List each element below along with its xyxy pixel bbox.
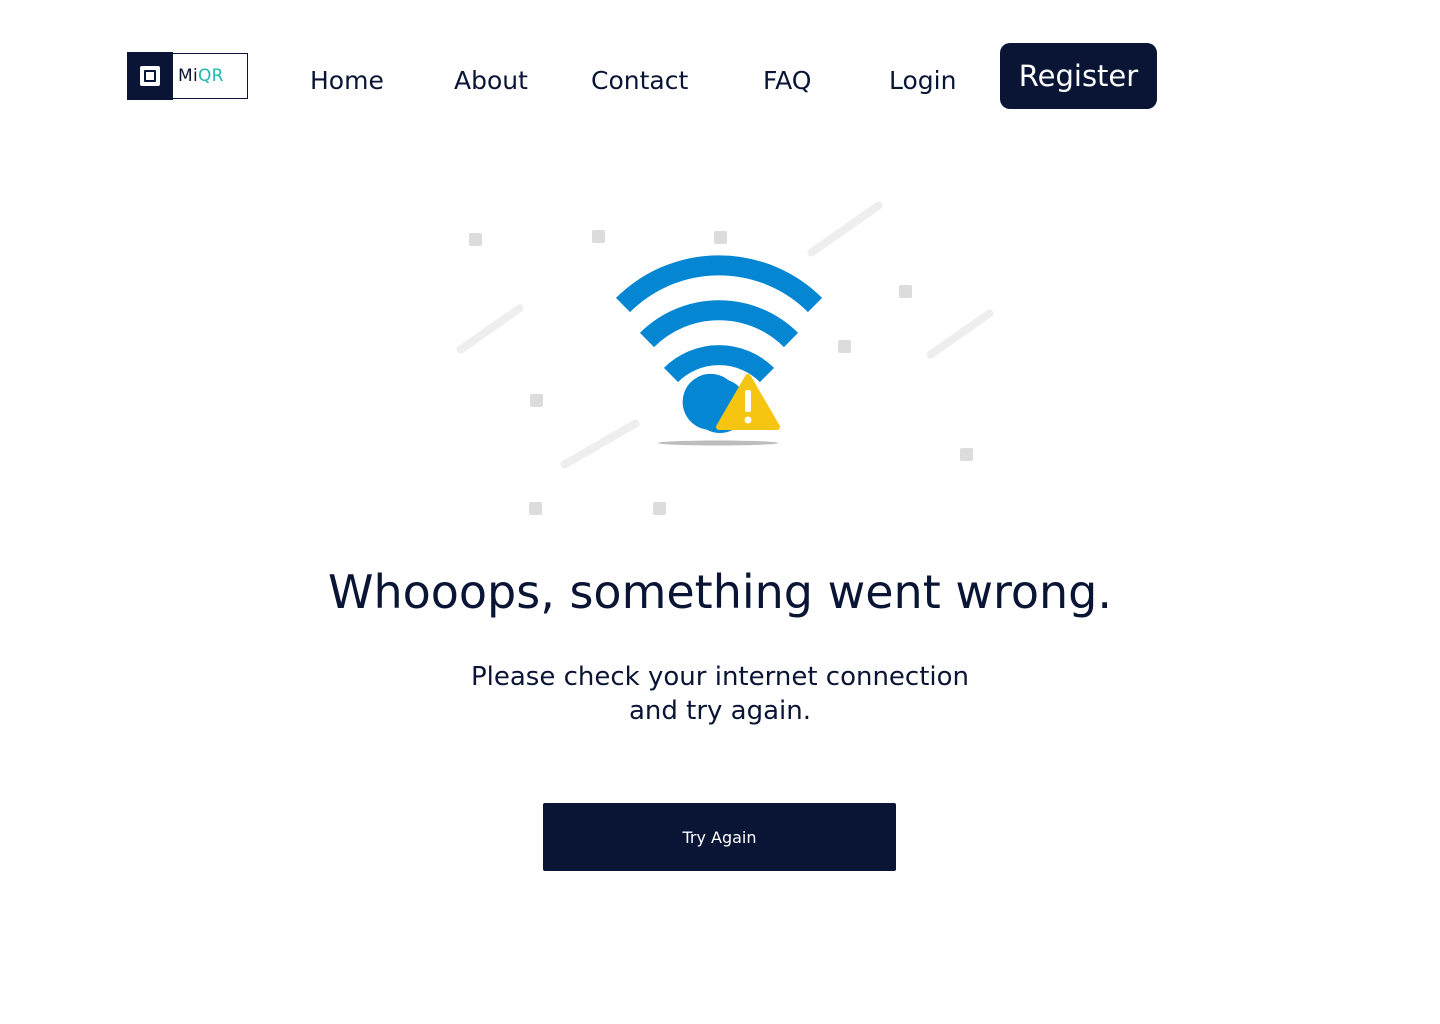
nav-contact[interactable]: Contact	[591, 64, 688, 98]
page: MiQR Home About Contact FAQ Login Regist…	[0, 0, 1440, 1024]
error-headline: Whooops, something went wrong.	[327, 565, 1113, 619]
error-message-line1: Please check your internet connection	[470, 662, 970, 692]
logo-text-mi: Mi	[178, 66, 198, 86]
error-message-line2: and try again.	[628, 696, 812, 726]
nav-faq[interactable]: FAQ	[763, 64, 811, 98]
error-message: Please check your internet connection an…	[420, 660, 1020, 728]
try-again-button[interactable]: Try Again	[543, 803, 896, 871]
register-button[interactable]: Register	[1000, 43, 1157, 109]
nav-login[interactable]: Login	[889, 64, 956, 98]
nav-home[interactable]: Home	[310, 64, 384, 98]
nav-about[interactable]: About	[454, 64, 528, 98]
logo[interactable]: MiQR	[127, 51, 248, 100]
logo-text: MiQR	[178, 66, 224, 86]
logo-text-qr: QR	[198, 66, 224, 86]
wifi-warning-icon	[456, 201, 994, 515]
logo-mark-icon	[127, 51, 173, 100]
